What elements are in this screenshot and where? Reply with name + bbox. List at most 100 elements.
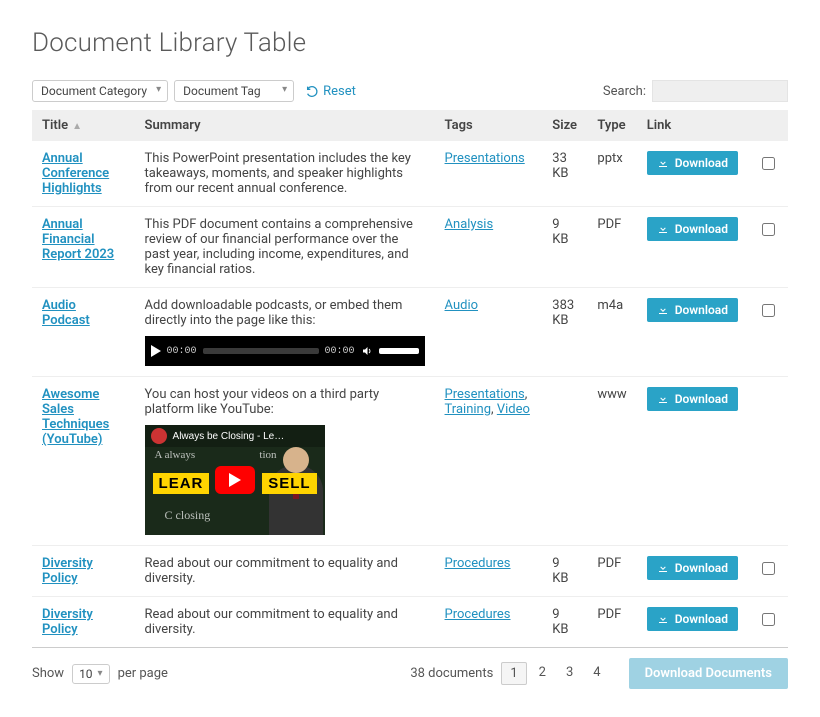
tag-link[interactable]: Procedures xyxy=(445,556,511,571)
reset-button[interactable]: Reset xyxy=(306,84,356,99)
download-icon xyxy=(657,304,669,316)
doc-tags: Presentations, Training, Video xyxy=(435,377,543,546)
doc-summary: You can host your videos on a third part… xyxy=(135,377,435,546)
col-link-header[interactable]: Link xyxy=(637,110,748,141)
doc-size: 9 KB xyxy=(542,207,587,288)
channel-icon xyxy=(151,428,167,444)
doc-type: www xyxy=(587,377,636,546)
video-banner-left: LEAR xyxy=(153,473,210,494)
col-summary-header[interactable]: Summary xyxy=(135,110,435,141)
doc-title-link[interactable]: Awesome Sales Techniques (YouTube) xyxy=(42,387,109,447)
download-button[interactable]: Download xyxy=(647,151,738,175)
download-label: Download xyxy=(675,561,728,575)
table-row: Diversity Policy Read about our commitmen… xyxy=(32,597,788,648)
doc-tags: Procedures xyxy=(435,546,543,597)
search-input[interactable] xyxy=(652,80,788,102)
doc-title-link[interactable]: Annual Conference Highlights xyxy=(42,151,109,196)
doc-size: 33 KB xyxy=(542,141,587,207)
download-label: Download xyxy=(675,392,728,406)
doc-type: PDF xyxy=(587,597,636,648)
filter-bar: Document Category Document Tag Reset Sea… xyxy=(32,80,788,102)
table-row: Audio Podcast Add downloadable podcasts, … xyxy=(32,288,788,377)
doc-size xyxy=(542,377,587,546)
tag-link[interactable]: Audio xyxy=(445,298,478,313)
per-page-label: per page xyxy=(118,666,168,681)
col-tags-header[interactable]: Tags xyxy=(435,110,543,141)
category-filter[interactable]: Document Category xyxy=(32,80,168,102)
col-type-header[interactable]: Type xyxy=(587,110,636,141)
volume-slider[interactable] xyxy=(379,348,419,354)
tag-link[interactable]: Presentations xyxy=(445,151,525,166)
row-checkbox[interactable] xyxy=(762,223,775,236)
table-row: Annual Conference Highlights This PowerPo… xyxy=(32,141,788,207)
doc-summary: Add downloadable podcasts, or embed them… xyxy=(135,288,435,377)
page-4[interactable]: 4 xyxy=(585,662,608,685)
chalk-text: A always xyxy=(155,449,196,461)
tag-filter[interactable]: Document Tag xyxy=(174,80,294,102)
audio-current-time: 00:00 xyxy=(167,346,197,357)
download-icon xyxy=(657,157,669,169)
doc-type: m4a xyxy=(587,288,636,377)
doc-title-link[interactable]: Diversity Policy xyxy=(42,556,93,586)
page-1[interactable]: 1 xyxy=(501,662,526,685)
tag-link[interactable]: Presentations xyxy=(445,387,525,402)
audio-player: 00:0000:00 xyxy=(145,336,425,366)
doc-title-link[interactable]: Diversity Policy xyxy=(42,607,93,637)
pager: 1234 xyxy=(501,662,608,685)
volume-icon xyxy=(361,345,373,357)
undo-icon xyxy=(306,85,319,98)
doc-summary: This PowerPoint presentation includes th… xyxy=(135,141,435,207)
search-wrap: Search: xyxy=(603,80,788,102)
audio-track[interactable] xyxy=(203,348,319,354)
search-label: Search: xyxy=(603,84,646,99)
document-count: 38 documents xyxy=(410,666,493,681)
chalk-text: tion xyxy=(259,449,276,461)
tag-link[interactable]: Analysis xyxy=(445,217,494,232)
doc-size: 383 KB xyxy=(542,288,587,377)
download-icon xyxy=(657,393,669,405)
video-embed[interactable]: Always be Closing - Le… A always tion C clo… xyxy=(145,425,325,535)
download-label: Download xyxy=(675,222,728,236)
download-icon xyxy=(657,562,669,574)
sort-asc-icon: ▲ xyxy=(72,121,82,132)
video-header: Always be Closing - Le… xyxy=(145,425,325,447)
doc-title-link[interactable]: Audio Podcast xyxy=(42,298,90,328)
col-size-header[interactable]: Size xyxy=(542,110,587,141)
download-button[interactable]: Download xyxy=(647,387,738,411)
tag-link[interactable]: Procedures xyxy=(445,607,511,622)
col-title-header[interactable]: Title▲ xyxy=(32,110,135,141)
download-button[interactable]: Download xyxy=(647,298,738,322)
doc-tags: Procedures xyxy=(435,597,543,648)
doc-size: 9 KB xyxy=(542,546,587,597)
download-button[interactable]: Download xyxy=(647,217,738,241)
download-documents-button[interactable]: Download Documents xyxy=(629,658,788,689)
reset-label: Reset xyxy=(323,84,356,99)
document-table: Title▲ Summary Tags Size Type Link Annua… xyxy=(32,110,788,648)
tag-link[interactable]: Video xyxy=(497,402,530,417)
play-icon[interactable] xyxy=(151,345,161,357)
doc-tags: Analysis xyxy=(435,207,543,288)
doc-type: pptx xyxy=(587,141,636,207)
youtube-play-icon[interactable] xyxy=(215,466,255,494)
download-button[interactable]: Download xyxy=(647,607,738,631)
doc-size: 9 KB xyxy=(542,597,587,648)
row-checkbox[interactable] xyxy=(762,562,775,575)
page-2[interactable]: 2 xyxy=(531,662,554,685)
page-3[interactable]: 3 xyxy=(558,662,581,685)
tag-link[interactable]: Training xyxy=(445,402,491,417)
doc-summary: Read about our commitment to equality an… xyxy=(135,597,435,648)
doc-title-link[interactable]: Annual Financial Report 2023 xyxy=(42,217,114,262)
video-banner-right: SELL xyxy=(262,473,316,494)
doc-tags: Audio xyxy=(435,288,543,377)
video-caption: Always be Closing - Le… xyxy=(173,431,285,442)
download-icon xyxy=(657,613,669,625)
row-checkbox[interactable] xyxy=(762,157,775,170)
download-icon xyxy=(657,223,669,235)
row-checkbox[interactable] xyxy=(762,613,775,626)
doc-type: PDF xyxy=(587,546,636,597)
download-label: Download xyxy=(675,612,728,626)
row-checkbox[interactable] xyxy=(762,304,775,317)
chalk-text: C closing xyxy=(165,508,211,523)
download-button[interactable]: Download xyxy=(647,556,738,580)
col-checkbox-header xyxy=(748,110,788,141)
